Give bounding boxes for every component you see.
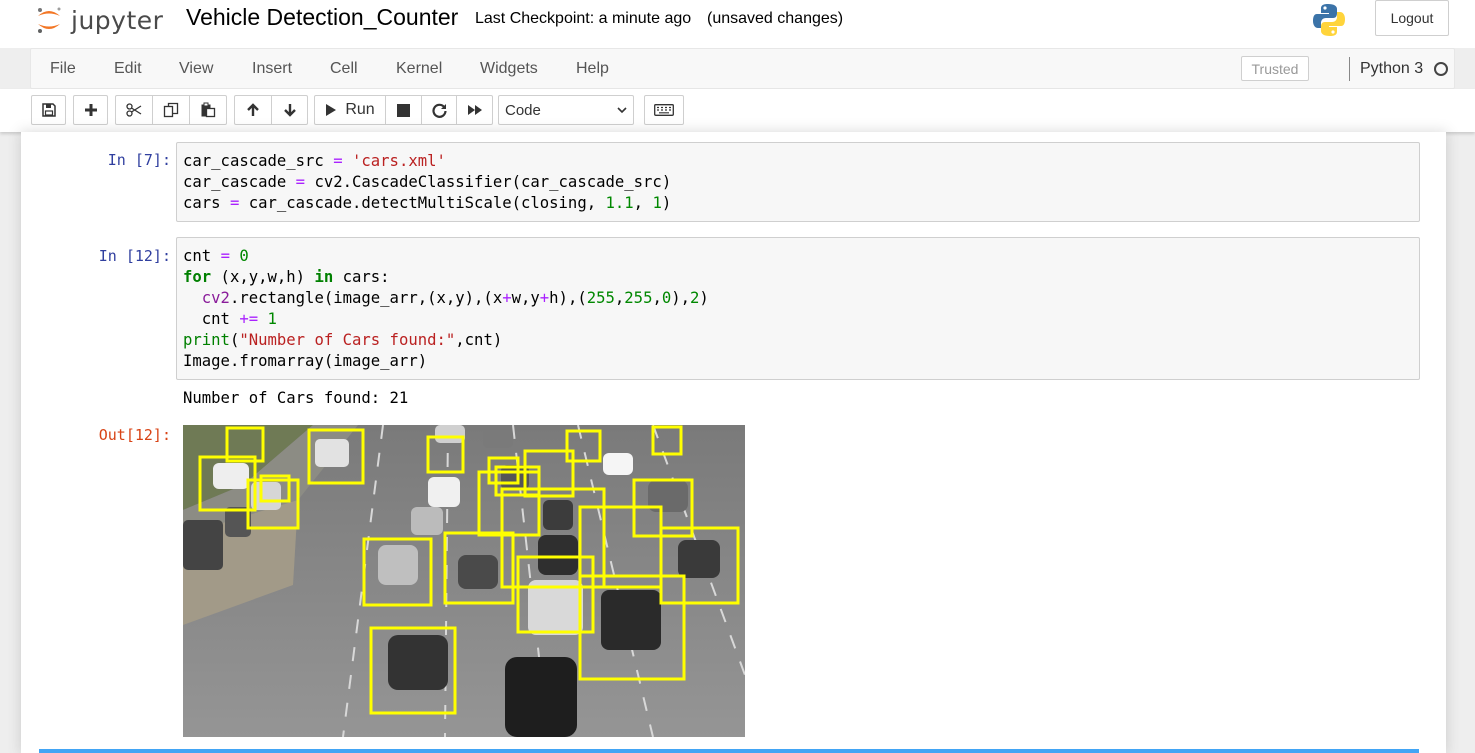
menu-help[interactable]: Help (576, 60, 609, 78)
jupyter-logo[interactable]: jupyter (35, 4, 163, 36)
python-logo-icon (1313, 4, 1345, 36)
code-line: print("Number of Cars found:",cnt) (183, 331, 503, 349)
input-prompt: In [7]: (107, 151, 171, 169)
paste-icon (201, 102, 216, 118)
restart-button[interactable] (421, 95, 457, 125)
menubar: File Edit View Insert Cell Kernel Widget… (30, 48, 1455, 89)
unsaved-status: (unsaved changes) (707, 10, 844, 27)
notebook-title[interactable]: Vehicle Detection_Counter (186, 4, 458, 31)
code-cell-input[interactable]: car_cascade_src = 'cars.xml' car_cascade… (176, 142, 1420, 222)
cut-button[interactable] (115, 95, 153, 125)
code-line: cnt += 1 (183, 310, 277, 328)
header: jupyter Vehicle Detection_Counter Last C… (0, 0, 1475, 48)
code-line: cv2.rectangle(image_arr,(x,y),(x+w,y+h),… (201, 289, 709, 307)
run-button[interactable]: Run (314, 95, 386, 125)
copy-button[interactable] (152, 95, 190, 125)
move-down-button[interactable] (271, 95, 308, 125)
menu-widgets[interactable]: Widgets (480, 60, 538, 78)
cell-type-select[interactable]: Code (498, 95, 634, 125)
restart-icon (431, 103, 447, 118)
code-cell-input[interactable]: cnt = 0 for (x,y,w,h) in cars: cv2.recta… (176, 237, 1420, 380)
code-line: for (x,y,w,h) in cars: (183, 268, 390, 286)
run-all-button[interactable] (456, 95, 493, 125)
trusted-indicator[interactable]: Trusted (1241, 56, 1309, 81)
checkpoint-status: Last Checkpoint: a minute ago (475, 10, 692, 27)
keyboard-icon (654, 104, 674, 116)
notebook-container: In [7]: car_cascade_src = 'cars.xml' car… (21, 132, 1446, 753)
plus-icon (84, 104, 97, 116)
copy-icon (163, 102, 179, 118)
stdout-output: Number of Cars found: 21 (183, 389, 409, 407)
kernel-name[interactable]: Python 3 (1360, 60, 1423, 78)
menu-view[interactable]: View (179, 60, 213, 78)
save-button[interactable] (31, 95, 66, 125)
menu-insert[interactable]: Insert (252, 60, 292, 78)
code-line: car_cascade = cv2.CascadeClassifier(car_… (183, 173, 672, 191)
code-line: cars = car_cascade.detectMultiScale(clos… (183, 194, 672, 212)
command-palette-button[interactable] (644, 95, 684, 125)
car-detection-image (183, 425, 745, 737)
code-line: Image.fromarray(image_arr) (183, 352, 428, 370)
arrow-down-icon (283, 104, 296, 117)
logo-text: jupyter (71, 5, 164, 35)
arrow-up-icon (247, 103, 259, 116)
save-icon (41, 103, 56, 117)
stop-icon (397, 103, 410, 117)
paste-button[interactable] (189, 95, 227, 125)
run-label: Run (345, 101, 375, 118)
menu-file[interactable]: File (50, 60, 76, 78)
move-up-button[interactable] (234, 95, 272, 125)
code-line: cnt = 0 (183, 247, 249, 265)
logout-button[interactable]: Logout (1375, 0, 1449, 36)
menu-kernel[interactable]: Kernel (396, 60, 442, 78)
play-icon (326, 104, 337, 116)
input-prompt: In [12]: (98, 247, 171, 265)
kernel-separator (1349, 57, 1350, 81)
insert-cell-button[interactable] (73, 95, 108, 125)
scissors-icon (126, 103, 142, 117)
menu-edit[interactable]: Edit (114, 60, 142, 78)
kernel-idle-icon (1434, 62, 1448, 76)
chevron-down-icon (617, 107, 627, 114)
output-prompt: Out[12]: (98, 426, 171, 444)
menu-cell[interactable]: Cell (330, 60, 358, 78)
fast-forward-icon (467, 105, 482, 115)
cell-type-value: Code (505, 101, 541, 119)
toolbar: Run Code (0, 89, 1475, 132)
jupyter-logo-icon (38, 7, 61, 33)
interrupt-button[interactable] (385, 95, 422, 125)
selected-cell-indicator (39, 749, 1419, 753)
code-line: car_cascade_src = 'cars.xml' (183, 152, 446, 170)
